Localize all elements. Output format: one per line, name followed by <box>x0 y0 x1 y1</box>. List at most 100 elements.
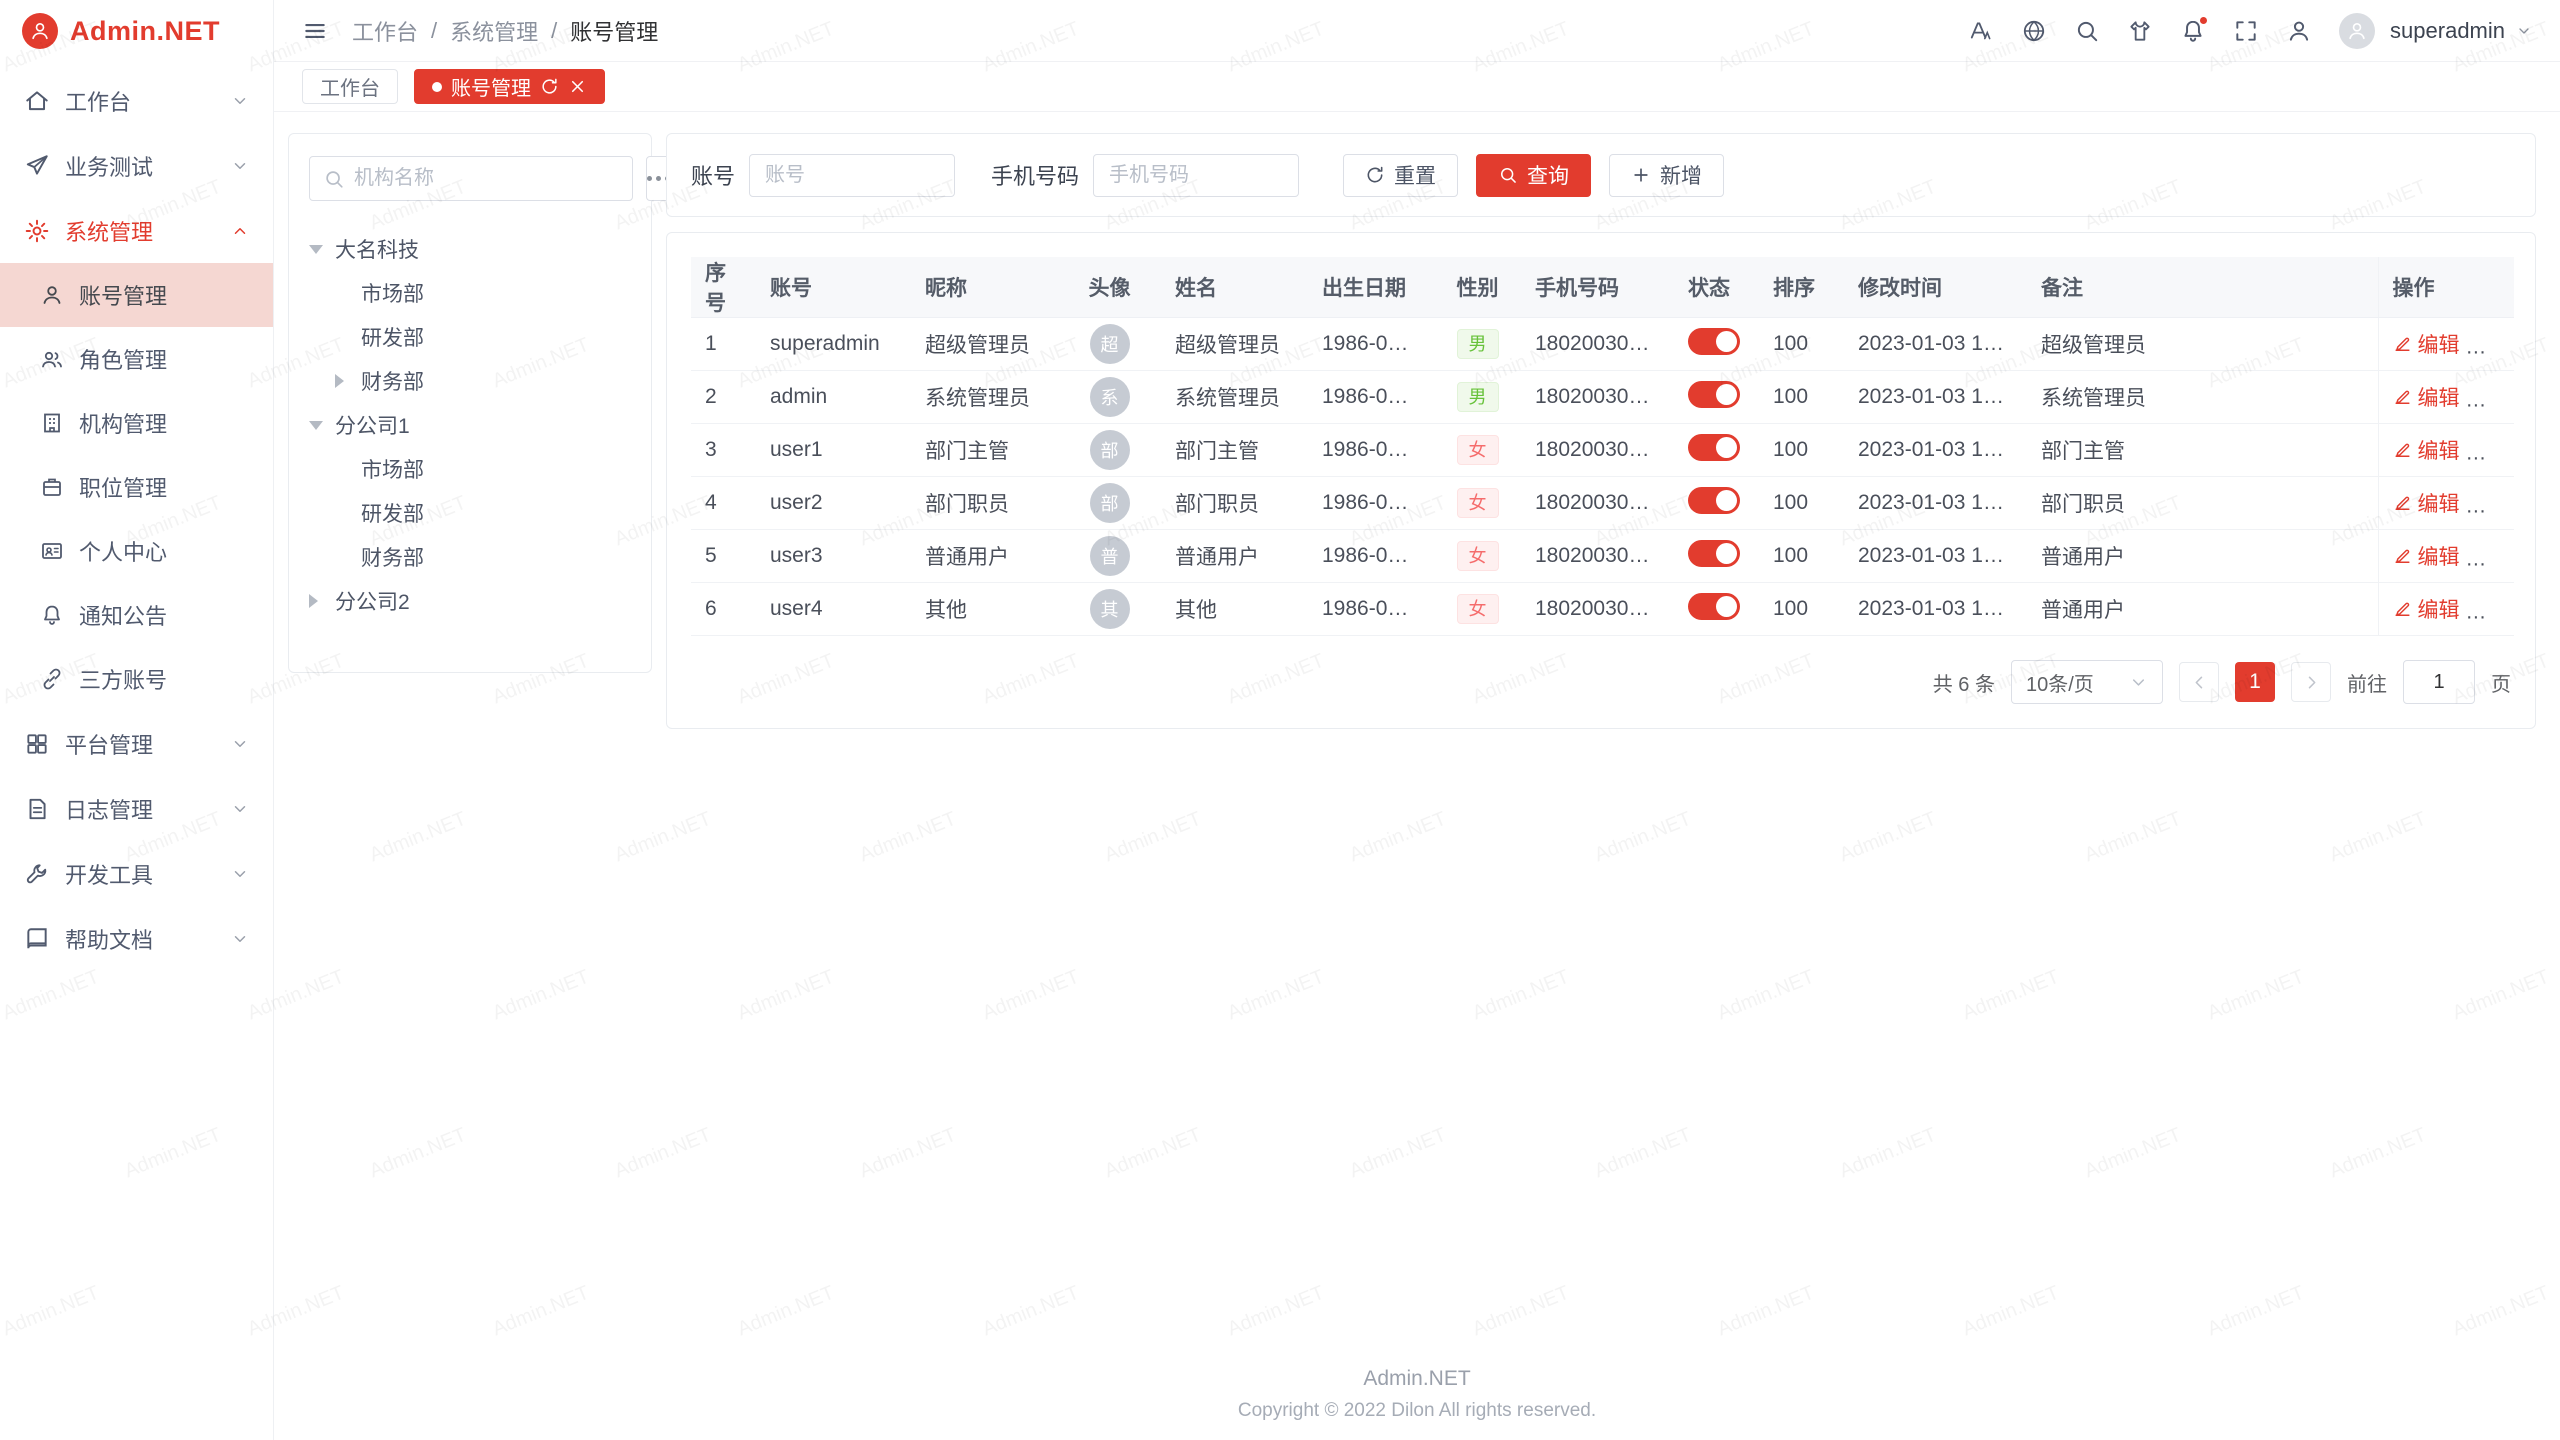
edit-button[interactable]: 编辑 <box>2393 541 2460 571</box>
bell-icon[interactable] <box>2180 18 2206 44</box>
query-button[interactable]: 查询 <box>1476 154 1591 197</box>
sidebar-item-role-management[interactable]: 角色管理 <box>0 327 273 391</box>
pagination: 共 6 条 10条/页 1 前往 页 <box>691 660 2511 704</box>
breadcrumb: 工作台 / 系统管理 / 账号管理 <box>352 15 658 47</box>
caret-down-icon[interactable] <box>309 245 325 254</box>
app-root: Admin.NET 工作台 业务测试 系统管理 账号管理 <box>0 0 2560 1440</box>
fullscreen-icon[interactable] <box>2233 18 2259 44</box>
chevron-down-icon <box>231 865 249 883</box>
caret-right-icon[interactable] <box>309 594 325 608</box>
sidebar-item-personal-center[interactable]: 个人中心 <box>0 519 273 583</box>
sidebar-item-platform-management[interactable]: 平台管理 <box>0 711 273 776</box>
account-filter-input[interactable] <box>749 154 955 197</box>
sidebar-item-organization-management[interactable]: 机构管理 <box>0 391 273 455</box>
page-size-value: 10条/页 <box>2026 668 2094 697</box>
footer-copyright: Copyright © 2022 Dilon All rights reserv… <box>274 1400 2560 1422</box>
more-actions-button[interactable] <box>2485 451 2508 456</box>
status-toggle[interactable] <box>1688 540 1740 567</box>
sidebar-item-business-test[interactable]: 业务测试 <box>0 133 273 198</box>
page-size-select[interactable]: 10条/页 <box>2011 660 2163 704</box>
goto-page-input[interactable] <box>2403 660 2475 704</box>
briefcase-icon <box>40 475 64 499</box>
sidebar-item-third-party-account[interactable]: 三方账号 <box>0 647 273 711</box>
edit-button[interactable]: 编辑 <box>2393 594 2460 624</box>
sidebar-item-position-management[interactable]: 职位管理 <box>0 455 273 519</box>
tree-node-dept[interactable]: 研发部 <box>335 315 631 359</box>
edit-button[interactable]: 编辑 <box>2393 329 2460 359</box>
cell-nickname: 部门职员 <box>911 477 1058 530</box>
column-header: 操作 <box>2378 257 2514 318</box>
add-button[interactable]: 新增 <box>1609 154 1724 197</box>
status-toggle[interactable] <box>1688 328 1740 355</box>
caret-right-icon[interactable] <box>335 374 351 388</box>
right-column: 账号 手机号码 重置 查询 新增 <box>666 133 2536 729</box>
sidebar-item-system-management[interactable]: 系统管理 <box>0 198 273 263</box>
table-row: 6 user4 其他 其 其他 1986-06-28 女 18020030720… <box>691 583 2514 636</box>
page-number-button[interactable]: 1 <box>2235 662 2275 702</box>
grid-icon <box>24 731 50 757</box>
tree-node-dept[interactable]: 财务部 <box>335 535 631 579</box>
sidebar-item-help-docs[interactable]: 帮助文档 <box>0 906 273 971</box>
next-page-button[interactable] <box>2291 662 2331 702</box>
cell-sort: 100 <box>1759 477 1844 530</box>
sidebar-item-workbench[interactable]: 工作台 <box>0 68 273 133</box>
tab-refresh-icon[interactable] <box>540 77 559 96</box>
hamburger-menu-icon[interactable] <box>302 18 328 44</box>
tree-node-dept[interactable]: 市场部 <box>335 271 631 315</box>
sidebar-item-account-management[interactable]: 账号管理 <box>0 263 273 327</box>
search-icon[interactable] <box>2074 18 2100 44</box>
sidebar-item-label: 机构管理 <box>79 407 167 439</box>
tab-workbench[interactable]: 工作台 <box>302 69 398 104</box>
sidebar-item-log-management[interactable]: 日志管理 <box>0 776 273 841</box>
tree-node-branch-2[interactable]: 分公司2 <box>309 579 631 623</box>
cell-account: superadmin <box>756 318 911 371</box>
edit-icon <box>2393 387 2412 406</box>
status-toggle[interactable] <box>1688 487 1740 514</box>
edit-button[interactable]: 编辑 <box>2393 488 2460 518</box>
tree-node-company[interactable]: 大名科技 <box>309 227 631 271</box>
cell-birthday: 1986-06-28 <box>1308 424 1434 477</box>
more-actions-button[interactable] <box>2485 345 2508 350</box>
avatar: 部 <box>1090 483 1130 523</box>
breadcrumb-item[interactable]: 工作台 <box>352 15 418 47</box>
status-toggle[interactable] <box>1688 593 1740 620</box>
sidebar-item-dev-tools[interactable]: 开发工具 <box>0 841 273 906</box>
phone-filter-input[interactable] <box>1093 154 1299 197</box>
avatar[interactable] <box>2339 13 2375 49</box>
logo[interactable]: Admin.NET <box>0 0 273 62</box>
breadcrumb-separator: / <box>431 18 437 44</box>
query-button-label: 查询 <box>1527 160 1569 190</box>
edit-icon <box>2393 440 2412 459</box>
reset-button[interactable]: 重置 <box>1343 154 1458 197</box>
globe-icon[interactable] <box>2021 18 2047 44</box>
more-actions-button[interactable] <box>2485 398 2508 403</box>
tab-account-management[interactable]: 账号管理 <box>414 69 605 104</box>
font-size-icon[interactable] <box>1968 18 1994 44</box>
more-actions-button[interactable] <box>2485 504 2508 509</box>
sidebar-item-notice[interactable]: 通知公告 <box>0 583 273 647</box>
prev-page-button[interactable] <box>2179 662 2219 702</box>
status-toggle[interactable] <box>1688 381 1740 408</box>
user-settings-icon[interactable] <box>2286 18 2312 44</box>
edit-button[interactable]: 编辑 <box>2393 435 2460 465</box>
username[interactable]: superadmin <box>2390 18 2505 44</box>
tab-close-icon[interactable] <box>568 77 587 96</box>
status-toggle[interactable] <box>1688 434 1740 461</box>
org-tree: 大名科技 市场部 研发部 财务部 <box>309 227 631 623</box>
home-icon <box>24 88 50 114</box>
tree-node-dept[interactable]: 市场部 <box>335 447 631 491</box>
caret-down-icon[interactable] <box>309 421 325 430</box>
tree-node-dept[interactable]: 财务部 <box>335 359 631 403</box>
account-filter-label: 账号 <box>691 159 735 191</box>
edit-button[interactable]: 编辑 <box>2393 382 2460 412</box>
more-actions-button[interactable] <box>2485 610 2508 615</box>
cell-birthday: 1986-06-28 <box>1308 318 1434 371</box>
more-actions-button[interactable] <box>2485 557 2508 562</box>
theme-icon[interactable] <box>2127 18 2153 44</box>
breadcrumb-item[interactable]: 系统管理 <box>450 15 538 47</box>
plus-icon <box>1631 165 1651 185</box>
tree-node-dept[interactable]: 研发部 <box>335 491 631 535</box>
tree-node-branch-1[interactable]: 分公司1 <box>309 403 631 447</box>
org-search-input[interactable] <box>354 167 619 190</box>
chevron-down-icon[interactable] <box>2516 23 2532 39</box>
